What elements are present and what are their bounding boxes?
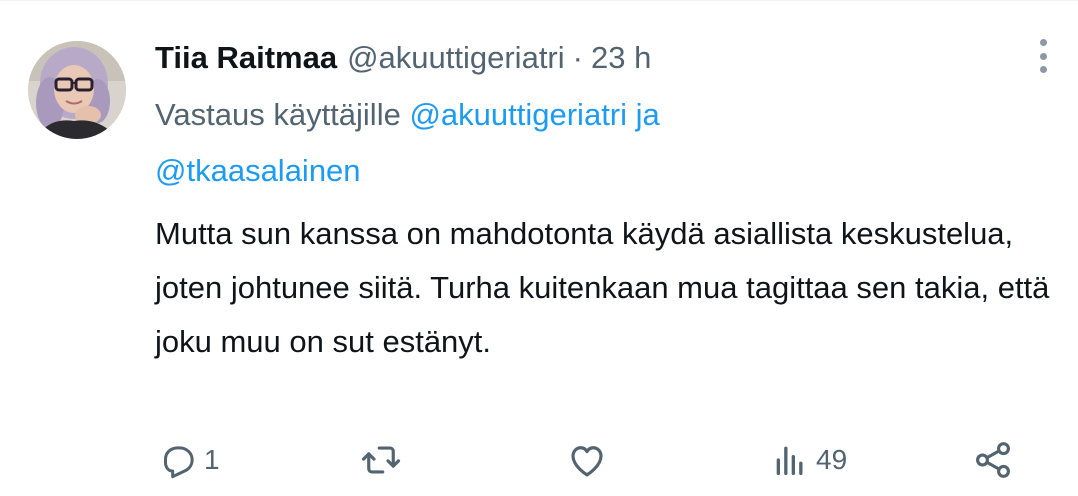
views-button[interactable]: 49 bbox=[770, 435, 847, 485]
reply-mention-link[interactable]: @tkaasalainen bbox=[155, 153, 361, 188]
share-button[interactable] bbox=[972, 435, 1014, 485]
reply-count: 1 bbox=[204, 444, 220, 475]
user-handle[interactable]: @akuuttigeriatri bbox=[347, 33, 565, 83]
tweet-header: Tiia Raitmaa @akuuttigeriatri · 23 h bbox=[155, 33, 1045, 83]
reply-context: Vastaus käyttäjille @akuuttigeriatri ja … bbox=[155, 87, 1045, 199]
heart-icon bbox=[571, 446, 603, 477]
reply-mention-link[interactable]: @akuuttigeriatri ja bbox=[409, 97, 659, 132]
separator-dot: · bbox=[572, 40, 583, 75]
bar-chart-icon bbox=[776, 446, 803, 475]
display-name[interactable]: Tiia Raitmaa bbox=[155, 33, 337, 83]
avatar-photo bbox=[28, 41, 126, 139]
timestamp[interactable]: 23 h bbox=[591, 33, 651, 83]
like-button[interactable] bbox=[566, 435, 608, 485]
retweet-button[interactable] bbox=[360, 435, 402, 485]
avatar[interactable] bbox=[28, 41, 126, 139]
reply-button[interactable]: 1 bbox=[158, 435, 220, 485]
tweet-text: Mutta sun kanssa on mahdotonta käydä asi… bbox=[155, 216, 1050, 359]
views-count: 49 bbox=[816, 444, 848, 475]
retweet-icon bbox=[361, 446, 401, 474]
tweet-content: Tiia Raitmaa @akuuttigeriatri · 23 h Vas… bbox=[155, 33, 1049, 369]
reply-prefix: Vastaus käyttäjille bbox=[155, 97, 401, 132]
tweet-actions: 1 49 bbox=[158, 435, 1028, 485]
more-options-icon[interactable] bbox=[1038, 39, 1048, 73]
reply-bubble-icon bbox=[164, 446, 194, 479]
tweet[interactable]: Tiia Raitmaa @akuuttigeriatri · 23 h Vas… bbox=[0, 0, 1078, 496]
share-icon bbox=[976, 442, 1010, 478]
